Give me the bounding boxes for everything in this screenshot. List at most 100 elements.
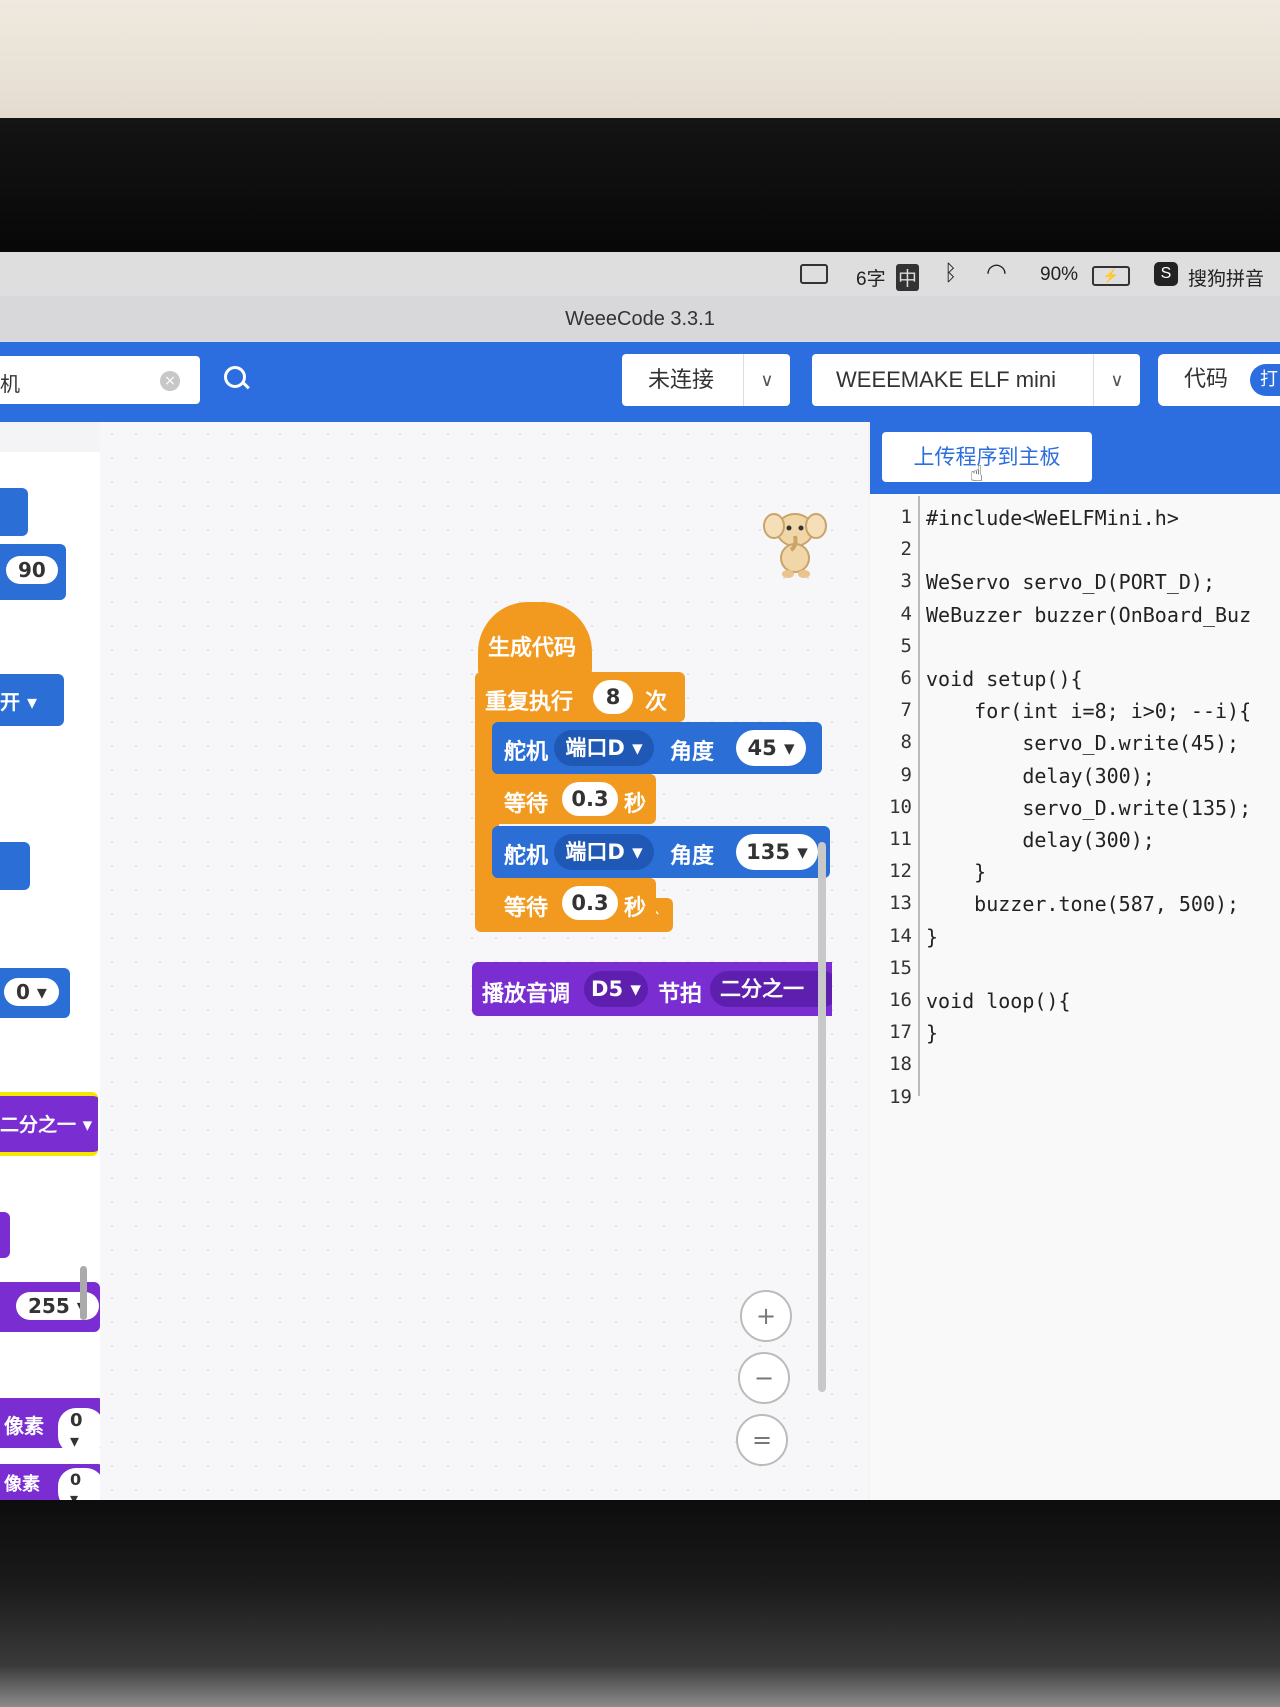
servo-label: 舵机	[504, 844, 549, 869]
code-view-toggle[interactable]: 代码 打	[1158, 354, 1280, 406]
wait-seconds-input[interactable]: 0.3	[562, 782, 618, 816]
wait-seconds-input[interactable]: 0.3	[562, 886, 618, 920]
code-line[interactable]: }	[926, 1021, 938, 1045]
line-number: 7	[900, 699, 912, 722]
palette-label: 像素	[4, 1414, 44, 1438]
code-label: 代码	[1184, 367, 1229, 392]
code-line[interactable]: }	[926, 925, 938, 949]
block-palette: 90 开 ▾ 0 ▾ 二分之一 ▾ 255 ▾ 像素 0 ▾ 像素 0 ▾	[0, 452, 104, 1512]
code-line[interactable]: delay(300);	[926, 764, 1154, 788]
code-line[interactable]: void setup(){	[926, 667, 1083, 691]
palette-value[interactable]: 二分之一 ▾	[0, 1110, 92, 1137]
code-line[interactable]: #include<WeELFMini.h>	[926, 506, 1179, 530]
board-select[interactable]: WEEEMAKE ELF mini ∨	[812, 354, 1140, 406]
palette-block[interactable]: 像素 0 ▾	[0, 1398, 104, 1454]
repeat-count-input[interactable]: 8	[593, 680, 633, 714]
bluetooth-icon[interactable]: ᛒ	[944, 260, 957, 286]
line-number: 17	[889, 1021, 912, 1044]
code-line[interactable]: WeBuzzer buzzer(OnBoard_Buz	[926, 603, 1251, 627]
wait-block[interactable]: 等待 0.3 秒	[492, 774, 656, 824]
code-line[interactable]: buzzer.tone(587, 500);	[926, 892, 1239, 916]
wait-unit: 秒	[624, 896, 647, 921]
servo-label: 舵机	[504, 740, 549, 765]
input-mode-icon[interactable]: 中	[896, 264, 920, 291]
code-line[interactable]: for(int i=8; i>0; --i){	[926, 699, 1251, 723]
line-number: 10	[889, 795, 912, 818]
palette-scrollbar[interactable]	[80, 1266, 87, 1320]
line-number: 1	[900, 506, 912, 528]
palette-value[interactable]: 开 ▾	[0, 686, 37, 715]
zoom-reset-button[interactable]: =	[736, 1414, 788, 1466]
zoom-in-button[interactable]: +	[740, 1290, 792, 1342]
connection-select[interactable]: 未连接 ∨	[622, 354, 790, 406]
repeat-block[interactable]: 重复执行 8 次	[475, 672, 685, 722]
app-toolbar: 机 × 未连接 ∨ WEEEMAKE ELF mini ∨ 代码 打	[0, 342, 1280, 422]
code-line[interactable]: WeServo servo_D(PORT_D);	[926, 570, 1215, 594]
wait-label: 等待	[504, 792, 549, 817]
line-number: 4	[900, 602, 912, 625]
battery-icon[interactable]: ⚡	[1092, 266, 1130, 286]
wait-unit: 秒	[624, 792, 647, 817]
wifi-icon[interactable]: ◠	[986, 258, 1007, 287]
tone-note-dropdown[interactable]: D5 ▾	[584, 971, 648, 1007]
line-number: 19	[889, 1085, 912, 1108]
laptop-bezel-bottom	[0, 1500, 1280, 1707]
code-line[interactable]: servo_D.write(45);	[926, 731, 1239, 755]
palette-block[interactable]	[0, 488, 28, 536]
palette-block[interactable]: 像素 0 ▾	[0, 1464, 104, 1510]
chevron-down-icon[interactable]: ∨	[743, 354, 790, 406]
code-line[interactable]: servo_D.write(135);	[926, 796, 1251, 820]
line-number: 16	[889, 989, 912, 1011]
code-line[interactable]: delay(300);	[926, 828, 1154, 852]
chevron-down-icon[interactable]: ∨	[1093, 354, 1140, 406]
ime-name[interactable]: 搜狗拼音	[1188, 264, 1264, 291]
palette-block[interactable]: 开 ▾	[0, 674, 64, 726]
tone-label: 播放音调	[482, 982, 571, 1007]
block-workspace[interactable]: ⤴ 生成代码 重复执行 8 次 舵机 端口D ▾ 角度 45 ▾ 等待 0.3 …	[100, 422, 868, 1512]
angle-label: 角度	[670, 844, 715, 869]
char-count: 6字	[856, 269, 886, 290]
palette-block[interactable]	[0, 1212, 10, 1258]
beat-dropdown[interactable]: 二分之一	[710, 971, 832, 1007]
zoom-in-icon: +	[755, 1302, 777, 1330]
servo-angle-dropdown[interactable]: 135 ▾	[736, 834, 818, 870]
line-number: 18	[889, 1053, 912, 1076]
upload-label: 上传程序到主板	[913, 445, 1061, 469]
wait-block[interactable]: 等待 0.3 秒	[492, 878, 656, 928]
upload-to-board-button[interactable]: 上传程序到主板 ☝	[882, 432, 1092, 487]
palette-block[interactable]: 二分之一 ▾	[0, 1092, 98, 1156]
line-number: 12	[889, 860, 912, 883]
palette-value[interactable]: 0 ▾	[4, 978, 59, 1006]
palette-block[interactable]: 0 ▾	[0, 968, 70, 1018]
servo-port-dropdown[interactable]: 端口D ▾	[554, 730, 654, 766]
palette-value[interactable]: 0 ▾	[58, 1408, 104, 1454]
line-number-gutter: 1 2 3 4 5 6 7 8 9 10 11 12 13 14 15 16 17 18 19	[870, 496, 920, 1108]
palette-block[interactable]: 90	[0, 544, 66, 600]
generate-code-hat-block[interactable]: 生成代码	[478, 602, 592, 676]
servo-port-dropdown[interactable]: 端口D ▾	[554, 834, 654, 870]
repeat-label: 重复执行	[485, 690, 574, 715]
play-tone-block[interactable]: 播放音调 D5 ▾ 节拍 二分之一	[472, 962, 832, 1016]
line-number: 15	[889, 956, 912, 979]
mac-menubar: 6字 中 ᛒ ◠ 90% ⚡ S 搜狗拼音	[0, 252, 1280, 298]
workspace-vertical-scrollbar[interactable]	[818, 842, 826, 1392]
code-line[interactable]: }	[926, 860, 986, 884]
palette-block[interactable]	[0, 842, 30, 890]
servo-block[interactable]: 舵机 端口D ▾ 角度 135 ▾	[492, 826, 830, 878]
code-pane: 上传程序到主板 ☝ 1 2 3 4 5 6 7 8 9 10 11 12 13 14 15 16 17 18 19 …	[870, 422, 1280, 1512]
palette-value[interactable]: 90	[6, 556, 58, 584]
sogou-icon[interactable]: S	[1154, 262, 1178, 286]
servo-block[interactable]: 舵机 端口D ▾ 角度 45 ▾	[492, 722, 822, 774]
block-search-input[interactable]: 机 ×	[0, 356, 200, 404]
display-icon[interactable]	[800, 264, 828, 284]
servo-angle-dropdown[interactable]: 45 ▾	[736, 730, 806, 766]
clear-search-icon[interactable]: ×	[160, 371, 180, 391]
line-number: 14	[889, 924, 912, 947]
code-toggle-switch[interactable]: 打	[1250, 364, 1280, 396]
beat-label: 节拍	[658, 982, 703, 1007]
zoom-out-button[interactable]: −	[738, 1352, 790, 1404]
search-icon[interactable]	[224, 366, 246, 388]
palette-label: 像素	[4, 1474, 40, 1495]
code-line[interactable]: void loop(){	[926, 989, 1071, 1013]
zoom-reset-icon: =	[751, 1426, 773, 1454]
